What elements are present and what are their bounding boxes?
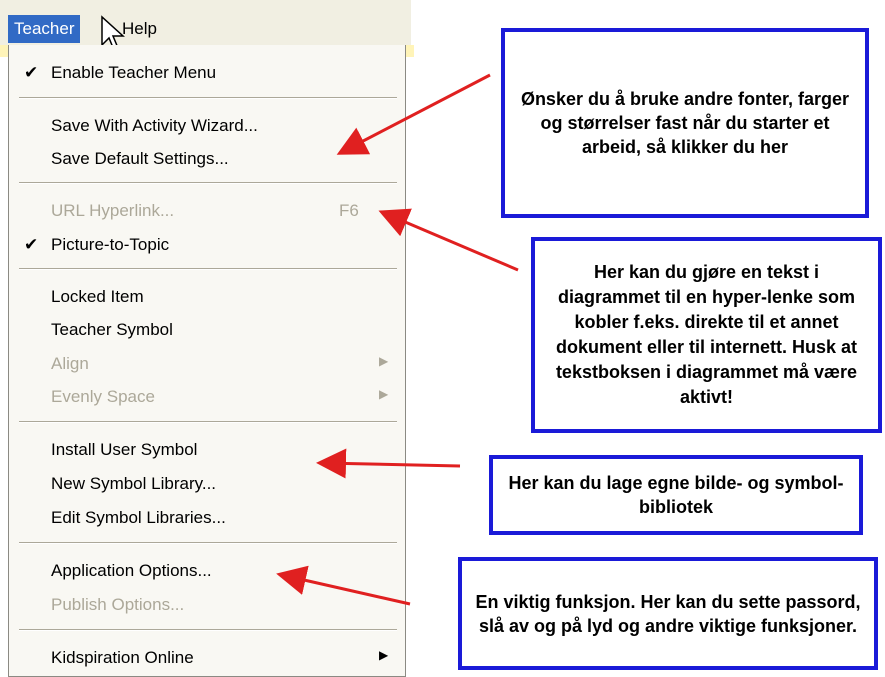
menu-item-label: Align [51, 354, 89, 373]
menu-item-label: Save With Activity Wizard... [51, 116, 258, 135]
callout-default-settings: Ønsker du å bruke andre fonter, farger o… [501, 28, 869, 218]
menu-item-label: Edit Symbol Libraries... [51, 508, 226, 527]
callout-text: Ønsker du å bruke andre fonter, farger o… [520, 89, 850, 157]
menu-item-label: Evenly Space [51, 387, 155, 406]
teacher-dropdown-menu: ✔ Enable Teacher Menu Save With Activity… [8, 45, 406, 677]
menu-item-label: Locked Item [51, 287, 144, 306]
shortcut-label: F6 [339, 201, 359, 220]
separator [19, 542, 397, 544]
teacher-menu[interactable]: Teacher [8, 15, 81, 43]
menu-item-label: URL Hyperlink... [51, 201, 175, 220]
menu-item-label: Save Default Settings... [51, 149, 229, 168]
callout-hyperlink: Her kan du gjøre en tekst i diagrammet t… [531, 237, 882, 433]
menu-item-label: Picture-to-Topic [51, 235, 170, 254]
menu-item-label: Teacher Symbol [51, 320, 173, 339]
separator [19, 97, 397, 99]
checkmark-icon: ✔ [24, 235, 39, 254]
submenu-arrow-icon: ▶ [379, 648, 389, 662]
menu-item-label: Kidspiration Online [51, 648, 194, 667]
separator [19, 268, 397, 270]
callout-text: Her kan du gjøre en tekst i diagrammet t… [555, 262, 858, 407]
menu-item-label: Publish Options... [51, 595, 185, 614]
separator [19, 421, 397, 423]
separator [19, 182, 397, 184]
submenu-arrow-icon: ▶ [379, 354, 389, 368]
menu-item-label: Application Options... [51, 561, 212, 580]
submenu-arrow-icon: ▶ [379, 387, 389, 401]
menu-item-label: Enable Teacher Menu [51, 63, 217, 82]
menu-bar: Teacher Help [0, 0, 411, 46]
callout-text: Her kan du lage egne bilde- og symbol-bi… [508, 473, 844, 517]
window-edge [0, 45, 8, 57]
callout-text: En viktig funksjon. Her kan du sette pas… [475, 591, 861, 636]
callout-symbol-library: Her kan du lage egne bilde- og symbol-bi… [489, 455, 863, 535]
checkmark-icon: ✔ [24, 63, 39, 82]
window-edge [406, 45, 414, 57]
menu-item-label: New Symbol Library... [51, 474, 217, 493]
separator [19, 629, 397, 631]
menu-item-label: Install User Symbol [51, 440, 198, 459]
callout-app-options: En viktig funksjon. Her kan du sette pas… [458, 557, 878, 670]
